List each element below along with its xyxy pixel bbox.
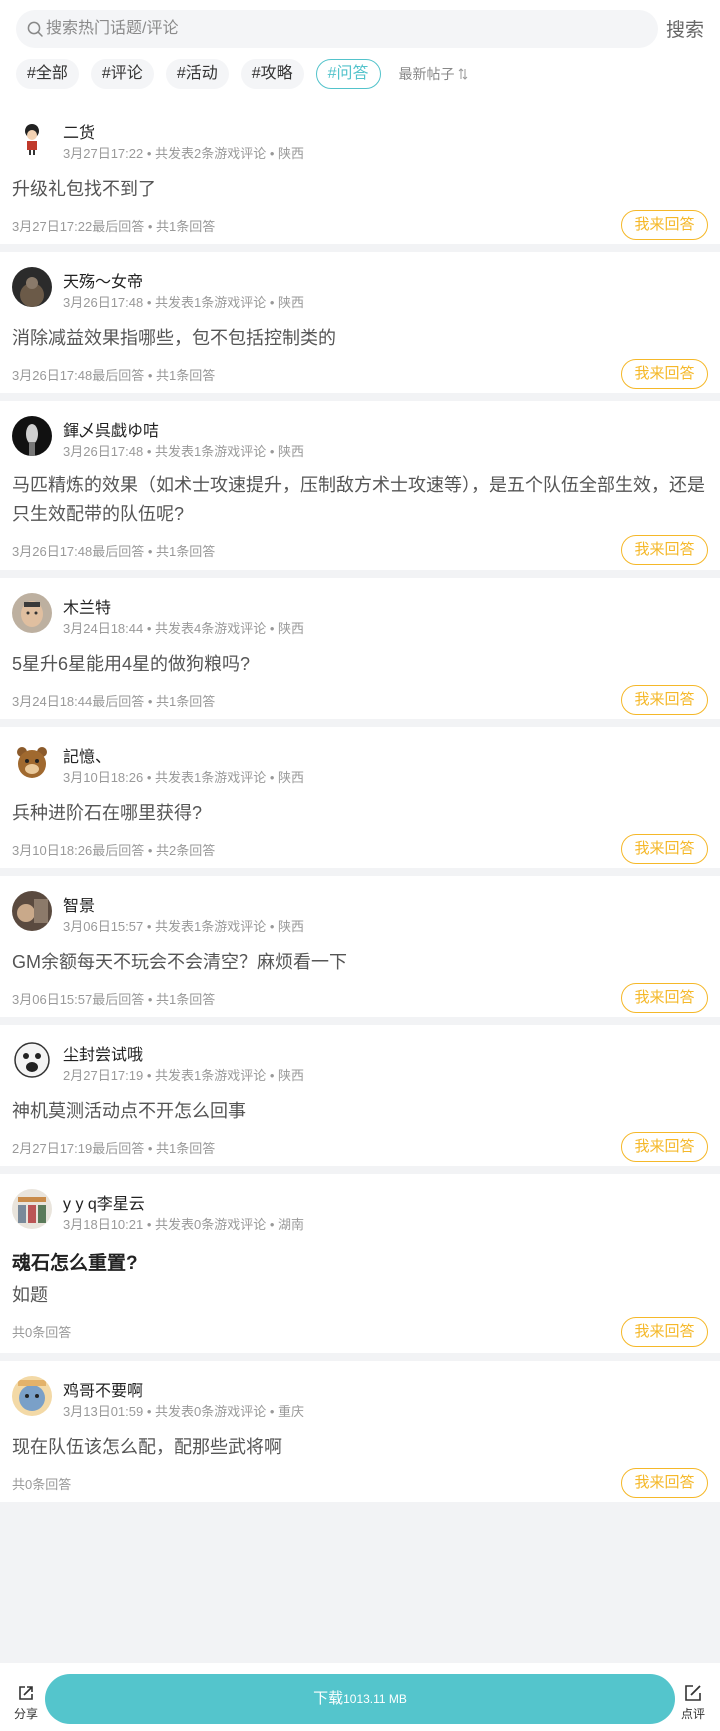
review-label: 点评 xyxy=(680,1707,705,1721)
list-item[interactable]: 木兰特 3月24日18:44 • 共发表4条游戏评论 • 陕西 5星升6星能用4… xyxy=(0,578,720,719)
answer-summary: 3月24日18:44最后回答 • 共1条回答 xyxy=(12,694,216,709)
sort-label: 最新帖子 xyxy=(398,66,455,82)
question-text[interactable]: 神机莫测活动点不开怎么回事 xyxy=(12,1097,708,1126)
list-item[interactable]: 二货 3月27日17:22 • 共发表2条游戏评论 • 陕西 升级礼包找不到了 … xyxy=(0,103,720,244)
bottom-bar: 分享 下载1013.11 MB 点评 xyxy=(0,1663,720,1731)
user-name[interactable]: 天殇～女帝 xyxy=(63,268,143,292)
avatar[interactable] xyxy=(12,1040,52,1080)
user-name[interactable]: 鍕乄呉戱ゆ咭 xyxy=(63,417,159,441)
search-bar: 搜索 xyxy=(16,10,704,48)
answer-button[interactable]: 我来回答 xyxy=(621,1132,708,1162)
answer-summary: 2月27日17:19最后回答 • 共1条回答 xyxy=(12,1141,216,1156)
sort-selector[interactable]: 最新帖子 xyxy=(399,64,468,84)
answer-button[interactable]: 我来回答 xyxy=(621,834,708,864)
answer-button[interactable]: 我来回答 xyxy=(621,359,708,389)
answer-summary: 共0条回答 xyxy=(12,1477,72,1492)
tag-tabs: #全部 #评论 #活动 #攻略 #问答 最新帖子 xyxy=(16,58,468,90)
answer-button[interactable]: 我来回答 xyxy=(621,983,708,1013)
avatar[interactable] xyxy=(12,891,52,931)
user-name[interactable]: 木兰特 xyxy=(63,594,111,618)
tab-activity[interactable]: #活动 xyxy=(165,59,229,89)
answer-button[interactable]: 我来回答 xyxy=(621,210,708,240)
avatar[interactable] xyxy=(12,593,52,633)
share-button[interactable]: 分享 xyxy=(6,1683,46,1722)
answer-summary: 共0条回答 xyxy=(12,1325,72,1340)
post-meta: 3月13日01:59 • 共发表0条游戏评论 • 重庆 xyxy=(63,1404,305,1419)
avatar[interactable] xyxy=(12,1376,52,1416)
user-name[interactable]: 記憶、 xyxy=(63,743,111,767)
answer-button[interactable]: 我来回答 xyxy=(621,1317,708,1347)
user-name[interactable]: 鸡哥不要啊 xyxy=(63,1377,143,1401)
answer-summary: 3月06日15:57最后回答 • 共1条回答 xyxy=(12,992,216,1007)
search-icon xyxy=(27,21,43,37)
post-meta: 3月27日17:22 • 共发表2条游戏评论 • 陕西 xyxy=(63,146,305,161)
review-button[interactable]: 点评 xyxy=(673,1683,713,1722)
avatar[interactable] xyxy=(12,416,52,456)
list-item[interactable]: 天殇～女帝 3月26日17:48 • 共发表1条游戏评论 • 陕西 消除减益效果… xyxy=(0,252,720,393)
tab-all[interactable]: #全部 xyxy=(16,59,79,89)
question-text[interactable]: 马匹精炼的效果（如术士攻速提升，压制敌方术士攻速等），是五个队伍全部生效，还是只… xyxy=(12,471,708,529)
header: 搜索 #全部 #评论 #活动 #攻略 #问答 最新帖子 xyxy=(0,0,720,103)
avatar[interactable] xyxy=(12,1189,52,1229)
answer-summary: 3月26日17:48最后回答 • 共1条回答 xyxy=(12,368,216,383)
user-name[interactable]: y y q李星云 xyxy=(63,1190,145,1214)
list-item[interactable]: 記憶、 3月10日18:26 • 共发表1条游戏评论 • 陕西 兵种进阶石在哪里… xyxy=(0,727,720,868)
search-input[interactable] xyxy=(46,10,646,48)
list-item[interactable]: 尘封尝试哦 2月27日17:19 • 共发表1条游戏评论 • 陕西 神机莫测活动… xyxy=(0,1025,720,1166)
question-text[interactable]: 现在队伍该怎么配，配那些武将啊 xyxy=(12,1433,708,1462)
tab-qa[interactable]: #问答 xyxy=(315,59,381,89)
post-meta: 3月26日17:48 • 共发表1条游戏评论 • 陕西 xyxy=(63,295,305,310)
list-item[interactable]: 智景 3月06日15:57 • 共发表1条游戏评论 • 陕西 GM余额每天不玩会… xyxy=(0,876,720,1017)
user-name[interactable]: 尘封尝试哦 xyxy=(63,1041,143,1065)
post-meta: 3月26日17:48 • 共发表1条游戏评论 • 陕西 xyxy=(63,444,305,459)
post-meta: 3月06日15:57 • 共发表1条游戏评论 • 陕西 xyxy=(63,919,305,934)
answer-button[interactable]: 我来回答 xyxy=(621,535,708,565)
answer-button[interactable]: 我来回答 xyxy=(621,1468,708,1498)
answer-summary: 3月10日18:26最后回答 • 共2条回答 xyxy=(12,843,216,858)
answer-button[interactable]: 我来回答 xyxy=(621,685,708,715)
answer-summary: 3月27日17:22最后回答 • 共1条回答 xyxy=(12,219,216,234)
avatar[interactable] xyxy=(12,118,52,158)
list-item[interactable]: y y q李星云 3月18日10:21 • 共发表0条游戏评论 • 湖南 魂石怎… xyxy=(0,1174,720,1353)
question-text[interactable]: 消除减益效果指哪些，包不包括控制类的 xyxy=(12,324,708,353)
list-item[interactable]: 鍕乄呉戱ゆ咭 3月26日17:48 • 共发表1条游戏评论 • 陕西 马匹精炼的… xyxy=(0,401,720,570)
question-text[interactable]: 升级礼包找不到了 xyxy=(12,175,708,204)
post-list: 二货 3月27日17:22 • 共发表2条游戏评论 • 陕西 升级礼包找不到了 … xyxy=(0,103,720,1510)
avatar[interactable] xyxy=(12,267,52,307)
tab-guide[interactable]: #攻略 xyxy=(240,59,304,89)
download-size: 1013.11 MB xyxy=(343,1692,407,1706)
share-icon xyxy=(19,1686,33,1700)
question-text[interactable]: GM余额每天不玩会不会清空？麻烦看一下 xyxy=(12,948,708,977)
tab-comment[interactable]: #评论 xyxy=(90,59,154,89)
download-button[interactable]: 下载1013.11 MB xyxy=(45,1674,675,1724)
post-meta: 3月18日10:21 • 共发表0条游戏评论 • 湖南 xyxy=(63,1217,305,1232)
answer-summary: 3月26日17:48最后回答 • 共1条回答 xyxy=(12,544,216,559)
search-button[interactable]: 搜索 xyxy=(666,15,704,42)
user-name[interactable]: 智景 xyxy=(63,892,95,916)
user-name[interactable]: 二货 xyxy=(63,119,95,143)
edit-icon xyxy=(685,1685,701,1701)
sort-arrows-icon xyxy=(458,68,467,80)
list-item[interactable]: 鸡哥不要啊 3月13日01:59 • 共发表0条游戏评论 • 重庆 现在队伍该怎… xyxy=(0,1361,720,1502)
question-title[interactable]: 魂石怎么重置? xyxy=(12,1248,138,1275)
question-text[interactable]: 如题 xyxy=(12,1281,708,1310)
post-meta: 2月27日17:19 • 共发表1条游戏评论 • 陕西 xyxy=(63,1068,305,1083)
post-meta: 3月10日18:26 • 共发表1条游戏评论 • 陕西 xyxy=(63,770,305,785)
download-label: 下载 xyxy=(313,1690,344,1707)
search-box[interactable] xyxy=(16,10,658,48)
share-label: 分享 xyxy=(13,1707,38,1721)
question-text[interactable]: 兵种进阶石在哪里获得? xyxy=(12,799,708,828)
question-text[interactable]: 5星升6星能用4星的做狗粮吗? xyxy=(12,650,708,679)
post-meta: 3月24日18:44 • 共发表4条游戏评论 • 陕西 xyxy=(63,621,305,636)
avatar[interactable] xyxy=(12,742,52,782)
